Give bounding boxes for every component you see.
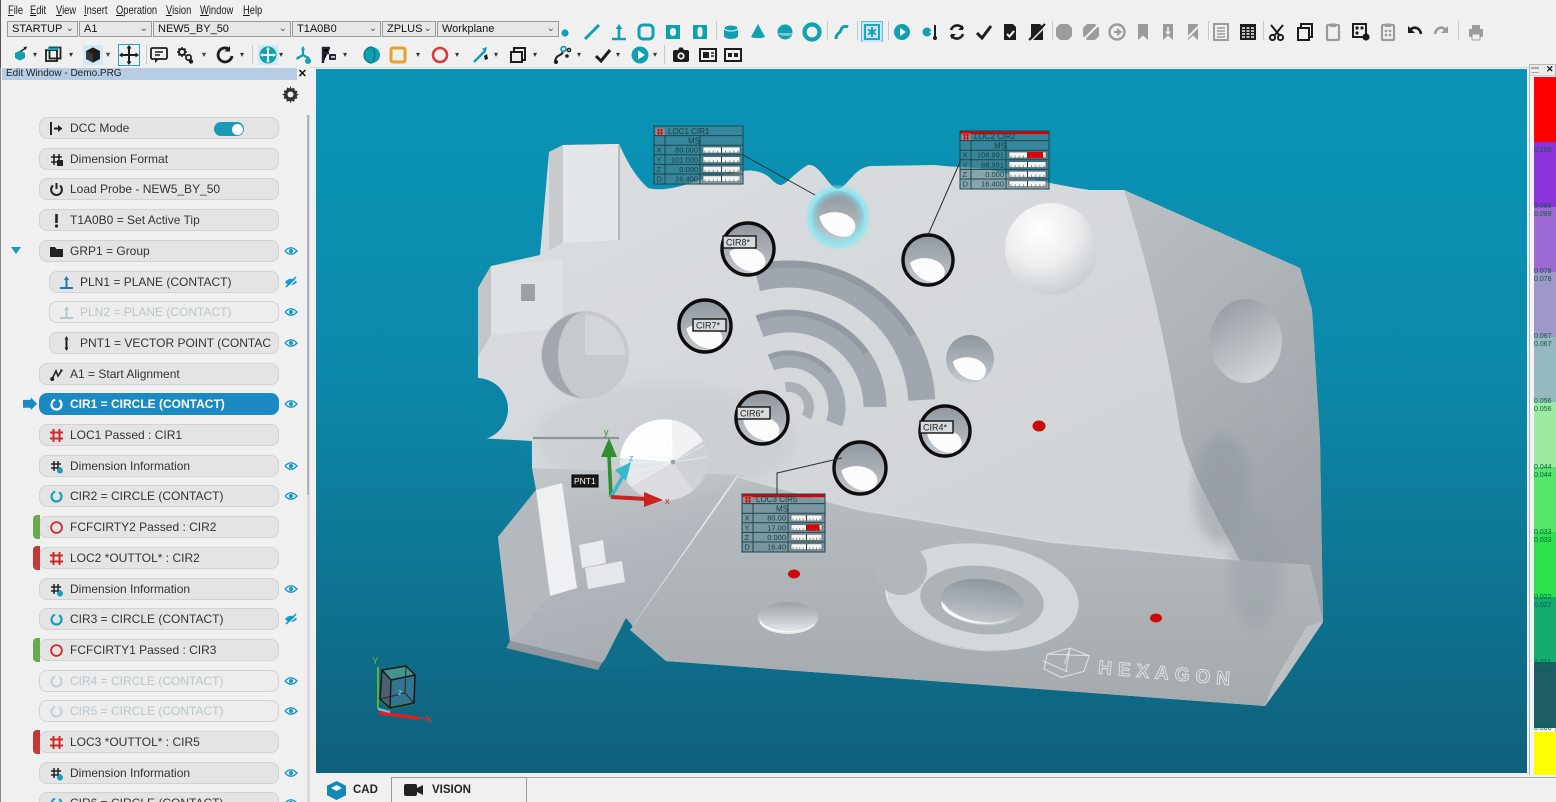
svg-text:LOC1 CIR1: LOC1 CIR1 (668, 127, 710, 136)
svg-text:x: x (665, 496, 670, 506)
svg-text:X: X (745, 514, 750, 523)
svg-text:LOC2 CIR2: LOC2 CIR2 (974, 132, 1016, 141)
svg-text:D: D (657, 175, 663, 184)
svg-text:CIR7*: CIR7* (696, 321, 721, 331)
svg-text:PNT1: PNT1 (574, 476, 596, 486)
svg-text:Z: Z (657, 165, 662, 174)
svg-text:Z: Z (745, 533, 750, 542)
svg-text:16.40: 16.40 (767, 543, 786, 552)
svg-text:D: D (963, 180, 969, 189)
svg-text:0.000: 0.000 (767, 533, 786, 542)
svg-text:z: z (629, 453, 634, 463)
svg-text:Y: Y (657, 155, 662, 164)
svg-text:MS: MS (776, 505, 788, 514)
svg-text:88.991: 88.991 (981, 160, 1004, 169)
svg-text:Y: Y (745, 523, 750, 532)
svg-text:17.00: 17.00 (767, 523, 786, 532)
svg-text:CIR8*: CIR8* (726, 238, 751, 248)
svg-text:X: X (426, 715, 433, 726)
svg-text:X: X (963, 151, 968, 160)
svg-text:16.400: 16.400 (675, 175, 698, 184)
svg-text:MS: MS (688, 137, 700, 146)
svg-text:Z: Z (963, 170, 968, 179)
svg-text:z: z (398, 688, 402, 697)
svg-text:CIR6*: CIR6* (740, 409, 765, 419)
svg-text:0.000: 0.000 (985, 170, 1004, 179)
svg-text:101.000: 101.000 (671, 155, 698, 164)
svg-text:16.400: 16.400 (981, 180, 1004, 189)
svg-text:MS: MS (994, 142, 1006, 151)
svg-text:D: D (745, 543, 751, 552)
svg-text:108.991: 108.991 (977, 151, 1004, 160)
svg-text:Y: Y (963, 160, 968, 169)
svg-text:CIR4*: CIR4* (923, 423, 948, 433)
svg-text:80.00: 80.00 (767, 514, 786, 523)
svg-text:LOC3 CIR5: LOC3 CIR5 (756, 495, 798, 504)
svg-text:0.000: 0.000 (679, 165, 698, 174)
svg-text:X: X (657, 146, 662, 155)
svg-text:Y: Y (372, 656, 379, 667)
svg-text:y: y (604, 427, 609, 437)
svg-text:80.000: 80.000 (675, 146, 698, 155)
